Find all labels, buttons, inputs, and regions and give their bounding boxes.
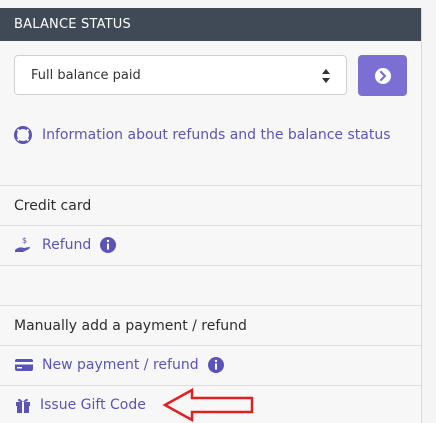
select-arrows-icon xyxy=(322,69,330,83)
hand-coin-icon: $ xyxy=(15,236,30,252)
divider xyxy=(0,385,421,386)
credit-card-icon xyxy=(15,359,33,371)
divider xyxy=(0,225,421,226)
balance-panel: BALANCE STATUS Full balance paid Informa… xyxy=(0,8,422,423)
balance-select-row: Full balance paid xyxy=(14,55,407,96)
panel-title: BALANCE STATUS xyxy=(14,17,131,32)
divider xyxy=(0,265,421,266)
lifebuoy-icon xyxy=(14,126,32,144)
new-payment-link[interactable]: New payment / refund xyxy=(14,356,225,374)
credit-card-label: Credit card xyxy=(14,198,92,214)
new-payment-label: New payment / refund xyxy=(42,357,199,373)
gift-icon xyxy=(16,398,30,413)
refund-link[interactable]: $ Refund xyxy=(14,236,117,254)
issue-gift-code-label: Issue Gift Code xyxy=(40,397,146,413)
divider xyxy=(0,185,421,186)
svg-text:$: $ xyxy=(22,236,27,245)
info-icon xyxy=(207,357,224,373)
apply-status-button[interactable] xyxy=(358,55,407,96)
balance-status-select[interactable]: Full balance paid xyxy=(14,55,347,95)
manual-payment-label: Manually add a payment / refund xyxy=(14,318,247,334)
panel-header: BALANCE STATUS xyxy=(0,8,421,41)
refund-info-label: Information about refunds and the balanc… xyxy=(42,127,391,143)
issue-gift-code-link[interactable]: Issue Gift Code xyxy=(14,396,146,414)
arrow-circle-right-icon xyxy=(374,67,391,84)
info-icon xyxy=(100,237,117,253)
balance-status-value: Full balance paid xyxy=(31,67,141,83)
divider xyxy=(0,305,421,306)
refund-info-link[interactable]: Information about refunds and the balanc… xyxy=(14,126,391,144)
red-arrow-annotation xyxy=(162,387,254,423)
refund-label: Refund xyxy=(42,237,92,253)
divider xyxy=(0,345,421,346)
